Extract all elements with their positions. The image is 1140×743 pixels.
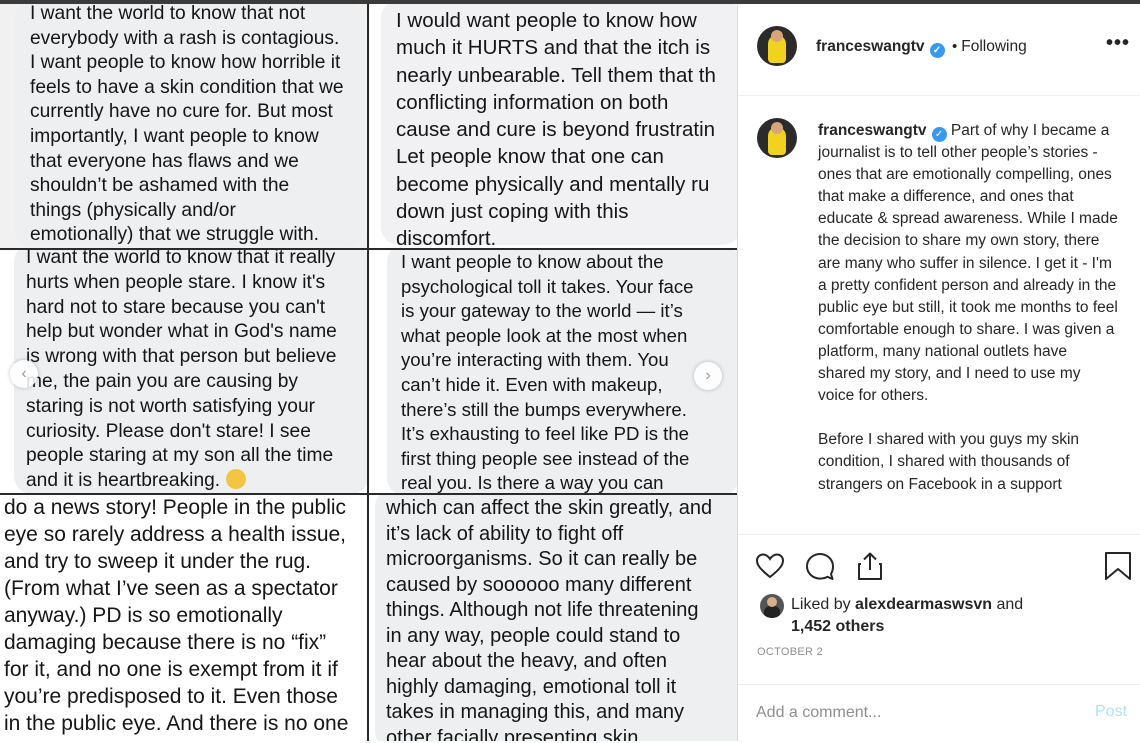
collage-panel-2: I would want people to know how much it … — [369, 4, 737, 249]
caption-username[interactable]: franceswangtv — [818, 122, 927, 139]
separator: • — [952, 38, 958, 55]
previous-image-button[interactable]: ‹ — [10, 360, 38, 388]
post-actions: Liked by alexdearmaswsvn and 1,452 other… — [738, 534, 1140, 742]
likes-summary: Liked by alexdearmaswsvn and 1,452 other… — [791, 596, 1024, 635]
likes-count-link[interactable]: 1,452 others — [791, 618, 884, 635]
more-options-icon[interactable]: ••• — [1106, 32, 1130, 55]
collage-text-1: I want the world to know that not everyb… — [30, 4, 344, 246]
crying-face-icon — [226, 469, 247, 490]
heart-icon — [755, 553, 785, 579]
collage-text-5: do a news story! People in the public ey… — [4, 496, 349, 741]
collage-divider — [0, 493, 737, 495]
collage-divider — [367, 4, 369, 741]
next-image-button[interactable]: › — [694, 362, 722, 390]
follow-status[interactable]: • Following — [948, 38, 1027, 56]
comment-bar: Post — [738, 684, 1140, 743]
comment-button[interactable] — [804, 550, 836, 582]
post-comment-button[interactable]: Post — [1095, 703, 1127, 721]
bookmark-icon — [1105, 552, 1131, 580]
collage-panel-5: do a news story! People in the public ey… — [0, 495, 367, 741]
share-icon — [858, 552, 882, 580]
verified-icon: ✓ — [931, 127, 947, 142]
comment-icon — [806, 553, 834, 580]
collage-panel-1: I want the world to know that not everyb… — [0, 4, 368, 249]
collage-panel-6: which can affect the skin greatly, and i… — [369, 495, 737, 741]
post-header: franceswangtv ✓ • Following ••• — [738, 4, 1140, 96]
caption-scroll-area[interactable]: franceswangtv ✓ Part of why I became a jo… — [738, 96, 1140, 534]
collage-divider — [0, 248, 737, 250]
chevron-left-icon: ‹ — [21, 365, 27, 382]
comment-input[interactable] — [756, 700, 1056, 726]
collage-panel-4: I want people to know about the psycholo… — [369, 250, 737, 494]
avatar[interactable] — [757, 118, 797, 158]
chevron-right-icon: › — [705, 367, 711, 384]
verified-icon: ✓ — [929, 43, 945, 58]
liked-by-label: Liked by — [791, 596, 851, 613]
caption-text-continued: Before I shared with you guys my skin co… — [818, 431, 1080, 493]
username-link[interactable]: franceswangtv — [816, 38, 925, 55]
collage-text-2: I would want people to know how much it … — [396, 9, 716, 249]
collage-text-4: I want people to know about the psycholo… — [401, 251, 694, 494]
post-image-collage[interactable]: I want the world to know that not everyb… — [0, 4, 738, 741]
collage-text-6: which can affect the skin greatly, and i… — [386, 497, 713, 741]
post-caption: franceswangtv ✓ Part of why I became a jo… — [818, 120, 1118, 496]
collage-panel-3: I want the world to know that it really … — [0, 250, 367, 494]
collage-text-3: I want the world to know that it really … — [26, 250, 337, 492]
header-username[interactable]: franceswangtv ✓ — [816, 38, 945, 58]
save-button[interactable] — [1102, 550, 1134, 582]
caption-text: Part of why I became a journalist is to … — [818, 122, 1118, 405]
liker-username[interactable]: alexdearmaswsvn — [855, 596, 992, 613]
post-date[interactable]: OCTOBER 2 — [757, 646, 823, 658]
liker-avatar[interactable] — [760, 594, 784, 618]
like-button[interactable] — [754, 550, 786, 582]
share-button[interactable] — [854, 550, 886, 582]
post-side-panel: franceswangtv ✓ • Following ••• franceswan… — [738, 4, 1140, 741]
following-button[interactable]: Following — [961, 38, 1026, 55]
avatar[interactable] — [757, 26, 797, 66]
